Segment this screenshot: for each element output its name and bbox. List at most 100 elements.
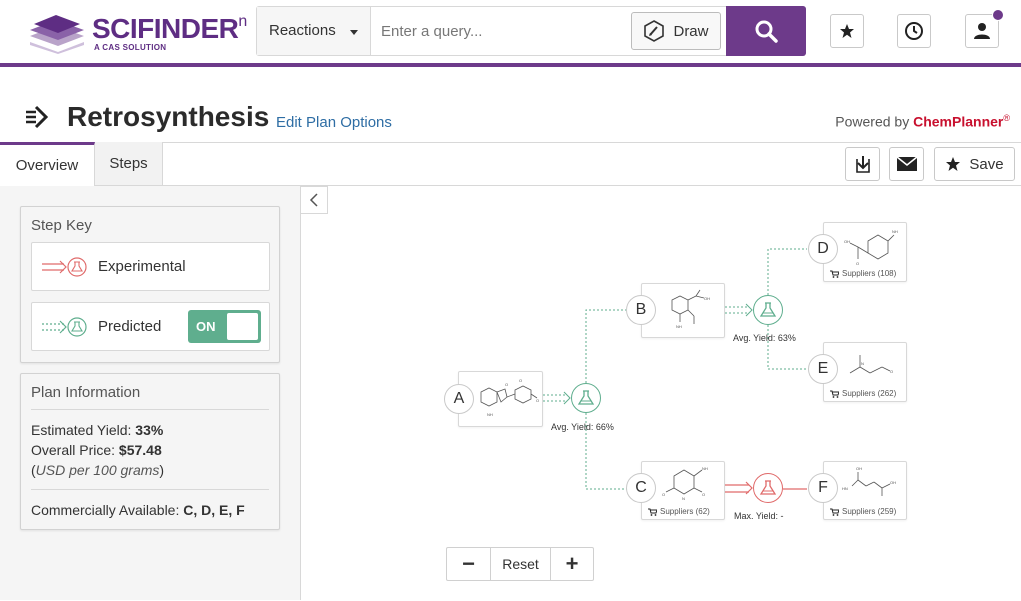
search-type-select[interactable]: Reactions — [257, 7, 371, 55]
svg-text:HN: HN — [842, 486, 848, 491]
cart-icon — [830, 390, 839, 398]
retrosynthesis-arrow-icon — [26, 105, 49, 129]
svg-text:OH: OH — [844, 239, 850, 244]
plan-divider — [31, 409, 269, 410]
experimental-label: Experimental — [98, 258, 186, 275]
star-icon — [840, 24, 854, 38]
estimated-yield: Estimated Yield: 33% — [31, 422, 164, 438]
overall-price: Overall Price: $57.48 — [31, 442, 162, 458]
left-panel: Step Key Experimental Predicted ON Plan … — [0, 186, 301, 600]
edit-plan-options-link[interactable]: Edit Plan Options — [276, 114, 392, 131]
node-letter-d[interactable]: D — [808, 234, 838, 264]
top-bar: SCIFINDERn A CAS SOLUTION Reactions Draw — [0, 0, 1021, 63]
flask-icon — [759, 302, 777, 317]
chevron-down-icon — [350, 30, 358, 35]
suppliers-link-e[interactable]: Suppliers (262) — [830, 389, 896, 398]
email-button[interactable] — [889, 147, 924, 181]
reaction-step-c[interactable] — [753, 473, 783, 503]
svg-text:O: O — [505, 382, 508, 387]
page-title: Retrosynthesis — [67, 101, 270, 132]
experimental-arrow-icon — [42, 257, 87, 277]
svg-text:O: O — [856, 261, 859, 266]
svg-text:O: O — [702, 492, 705, 497]
suppliers-link-f[interactable]: Suppliers (259) — [830, 507, 896, 516]
price-note: (USD per 100 grams) — [31, 462, 165, 478]
favorites-button[interactable] — [830, 14, 864, 48]
download-button[interactable] — [845, 147, 880, 181]
step-yield-b: Avg. Yield: 63% — [733, 333, 796, 343]
flask-icon — [759, 480, 777, 495]
svg-text:N: N — [861, 361, 864, 366]
hexagon-pencil-icon — [644, 20, 665, 42]
svg-text:N: N — [682, 496, 685, 501]
plan-divider — [31, 489, 269, 490]
notification-dot — [992, 9, 1004, 21]
zoom-out-button[interactable]: − — [447, 548, 491, 580]
reaction-step-a[interactable] — [571, 383, 601, 413]
zoom-in-button[interactable]: + — [551, 548, 593, 580]
node-letter-a[interactable]: A — [444, 384, 474, 414]
tab-overview[interactable]: Overview — [0, 142, 95, 186]
predicted-arrow-icon — [42, 317, 87, 337]
svg-text:NH: NH — [676, 324, 682, 329]
retrosynthesis-diagram: NH O O O A Avg. Yield: 66% OH NH B Avg. … — [329, 186, 1021, 601]
svg-text:OH: OH — [856, 466, 862, 471]
node-letter-b[interactable]: B — [626, 295, 656, 325]
svg-text:O: O — [519, 378, 522, 383]
predicted-toggle[interactable]: ON — [188, 310, 261, 343]
powered-by-chemplanner: Powered by ChemPlanner® — [835, 113, 1010, 130]
save-button[interactable]: Save — [934, 147, 1015, 181]
svg-text:O: O — [536, 398, 539, 403]
scifinder-logo[interactable]: SCIFINDERn A CAS SOLUTION — [26, 10, 247, 56]
download-icon — [855, 156, 870, 173]
star-icon — [946, 157, 961, 171]
flask-icon — [577, 390, 595, 405]
svg-text:O: O — [662, 492, 665, 497]
collapse-panel-button[interactable] — [301, 186, 328, 214]
commercially-available: Commercially Available: C, D, E, F — [31, 502, 245, 518]
logo-tagline: A CAS SOLUTION — [94, 43, 167, 52]
toggle-knob — [227, 313, 258, 340]
draw-button[interactable]: Draw — [631, 12, 721, 50]
connector-lines — [543, 248, 807, 495]
user-account-button[interactable] — [965, 9, 1004, 48]
toggle-state-label: ON — [196, 319, 216, 334]
search-bar: Reactions Draw — [256, 6, 806, 56]
reaction-step-b[interactable] — [753, 295, 783, 325]
suppliers-link-c[interactable]: Suppliers (62) — [648, 507, 710, 516]
clock-icon — [905, 22, 923, 40]
chevron-left-icon — [309, 193, 318, 207]
user-icon — [974, 23, 990, 39]
search-icon — [755, 20, 778, 43]
logo-wordmark: SCIFINDERn — [92, 12, 247, 44]
zoom-controls: − Reset + — [446, 547, 594, 581]
search-type-label: Reactions — [269, 22, 336, 39]
node-letter-f[interactable]: F — [808, 473, 838, 503]
history-button[interactable] — [897, 14, 931, 48]
cart-icon — [830, 270, 839, 278]
cart-icon — [830, 508, 839, 516]
node-letter-c[interactable]: C — [626, 473, 656, 503]
step-yield-a: Avg. Yield: 66% — [551, 422, 614, 432]
step-yield-c: Max. Yield: - — [734, 511, 784, 521]
save-label: Save — [969, 155, 1004, 173]
svg-text:OH: OH — [890, 480, 896, 485]
tab-steps[interactable]: Steps — [95, 142, 163, 185]
plan-information-title: Plan Information — [31, 384, 141, 401]
svg-text:NH: NH — [892, 229, 898, 234]
draw-label: Draw — [673, 22, 709, 40]
header-accent-rule — [0, 63, 1021, 67]
svg-text:NH: NH — [702, 466, 708, 471]
svg-text:OH: OH — [704, 296, 710, 301]
predicted-label: Predicted — [98, 318, 162, 335]
experimental-key-row: Experimental — [31, 242, 270, 291]
search-button[interactable] — [726, 6, 806, 56]
node-letter-e[interactable]: E — [808, 354, 838, 384]
cart-icon — [648, 508, 657, 516]
logo-mark-icon — [30, 15, 84, 54]
suppliers-link-d[interactable]: Suppliers (108) — [830, 269, 896, 278]
search-input[interactable] — [371, 7, 631, 55]
step-key-card: Step Key Experimental Predicted ON — [20, 206, 280, 363]
predicted-key-row: Predicted ON — [31, 302, 270, 351]
zoom-reset-button[interactable]: Reset — [491, 548, 551, 580]
